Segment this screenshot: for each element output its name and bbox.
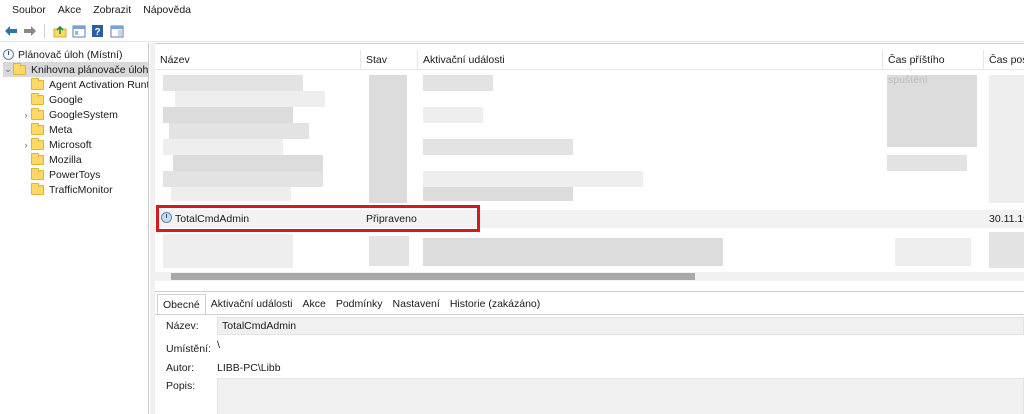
tree-item-label: PowerToys — [49, 168, 101, 181]
expand-chevron-icon[interactable]: › — [21, 110, 31, 120]
highlight-annotation — [156, 205, 480, 232]
name-field[interactable]: TotalCmdAdmin — [217, 317, 1024, 335]
location-value: \ — [217, 339, 220, 351]
tree-library[interactable]: ⌄ Knihovna plánovače úloh — [3, 62, 149, 77]
column-stav[interactable]: Stav — [361, 50, 418, 70]
tree-item-google[interactable]: Google — [21, 92, 83, 107]
menu-zobrazit[interactable]: Zobrazit — [87, 0, 137, 21]
tab-historie[interactable]: Historie (zakázáno) — [445, 294, 545, 314]
tree-item-powertoys[interactable]: PowerToys — [21, 167, 100, 182]
expand-chevron-icon[interactable]: › — [21, 140, 31, 150]
column-nazev[interactable]: Název — [155, 50, 361, 70]
toolbar: ? — [0, 21, 1024, 42]
library-folder-icon — [13, 62, 26, 75]
back-arrow-icon[interactable] — [3, 24, 18, 39]
folder-up-icon[interactable] — [52, 24, 67, 39]
scheduler-icon — [3, 49, 14, 60]
name-label: Název: — [166, 320, 199, 332]
task-last-run: 30.11.199 — [989, 213, 1024, 225]
tree-item-label: Mozilla — [49, 153, 82, 166]
forward-arrow-icon[interactable] — [22, 24, 37, 39]
tree-item-label: Google — [49, 93, 83, 106]
tree-library-label: Knihovna plánovače úloh — [31, 63, 149, 76]
tab-aktivacni-udalosti[interactable]: Aktivační události — [206, 294, 298, 314]
properties-icon[interactable] — [71, 24, 86, 39]
horizontal-scrollbar[interactable] — [155, 272, 1024, 281]
details-pane: Obecné Aktivační události Akce Podmínky … — [155, 291, 1024, 414]
column-cas-pristiho-spusteni[interactable]: Čas příštího spuštění — [883, 50, 984, 86]
task-list: Název Stav Aktivační události Čas příští… — [155, 43, 1024, 284]
description-field[interactable] — [217, 378, 1024, 414]
navigation-tree: Plánovač úloh (Místní) ⌄ Knihovna plánov… — [0, 43, 149, 414]
tree-item-meta[interactable]: Meta — [21, 122, 72, 137]
description-label: Popis: — [166, 380, 196, 392]
tree-root[interactable]: Plánovač úloh (Místní) — [3, 47, 122, 62]
svg-text:?: ? — [94, 27, 100, 38]
folder-icon — [31, 122, 44, 135]
tree-item-label: GoogleSystem — [49, 108, 118, 121]
menu-bar: Soubor Akce Zobrazit Nápověda — [0, 0, 1024, 21]
tab-podminky[interactable]: Podmínky — [331, 294, 388, 314]
author-value: LIBB-PC\Libb — [217, 362, 281, 374]
tree-item-microsoft[interactable]: › Microsoft — [21, 137, 92, 152]
folder-icon — [31, 167, 44, 180]
tree-item-agent-activation[interactable]: Agent Activation Runt — [21, 77, 149, 92]
panel-icon[interactable] — [109, 24, 124, 39]
help-icon[interactable]: ? — [90, 24, 105, 39]
folder-icon — [31, 77, 44, 90]
list-header: Název Stav Aktivační události Čas příští… — [155, 50, 1024, 86]
tab-nastaveni[interactable]: Nastavení — [388, 294, 445, 314]
folder-icon — [31, 92, 44, 105]
column-aktivacni-udalosti[interactable]: Aktivační události — [418, 50, 883, 70]
folder-icon — [31, 107, 44, 120]
tab-akce[interactable]: Akce — [298, 294, 331, 314]
tree-item-googlesystem[interactable]: › GoogleSystem — [21, 107, 118, 122]
tree-item-label: Meta — [49, 123, 73, 136]
location-label: Umístění: — [166, 343, 211, 355]
tree-item-label: Agent Activation Runt — [49, 78, 149, 91]
tab-obecne[interactable]: Obecné — [157, 294, 206, 314]
tree-item-label: TrafficMonitor — [49, 183, 113, 196]
menu-akce[interactable]: Akce — [52, 0, 87, 21]
tree-item-trafficmonitor[interactable]: TrafficMonitor — [21, 182, 113, 197]
folder-icon — [31, 137, 44, 150]
column-cas-posledniho[interactable]: Čas posl — [984, 50, 1024, 70]
folder-icon — [31, 182, 44, 195]
folder-icon — [31, 152, 44, 165]
menu-napoveda[interactable]: Nápověda — [137, 0, 197, 21]
author-label: Autor: — [166, 362, 195, 374]
scrollbar-thumb[interactable] — [171, 273, 695, 280]
tree-root-label: Plánovač úloh (Místní) — [18, 48, 123, 61]
tab-divider — [155, 314, 1024, 315]
menu-soubor[interactable]: Soubor — [6, 0, 52, 21]
toolbar-separator — [44, 24, 45, 38]
tree-item-label: Microsoft — [49, 138, 92, 151]
collapse-chevron-icon[interactable]: ⌄ — [3, 64, 13, 75]
tree-item-mozilla[interactable]: Mozilla — [21, 152, 82, 167]
details-tabs: Obecné Aktivační události Akce Podmínky … — [157, 294, 545, 314]
